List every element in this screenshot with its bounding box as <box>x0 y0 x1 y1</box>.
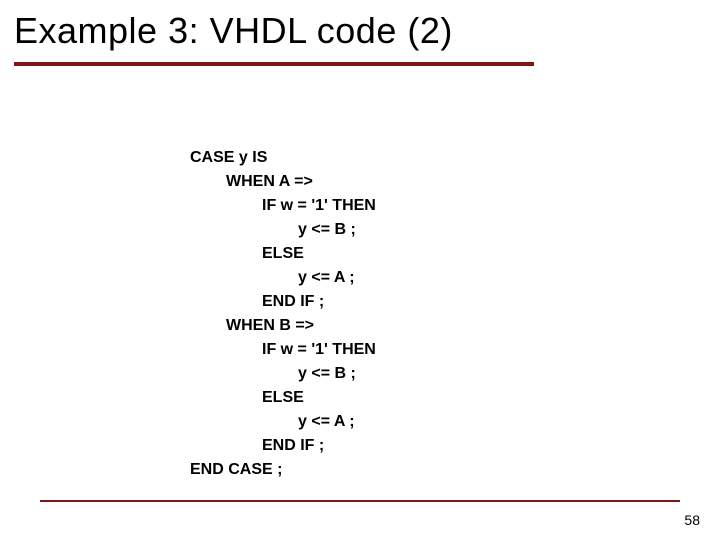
code-line: WHEN A => <box>190 173 313 190</box>
slide: Example 3: VHDL code (2) CASE y IS WHEN … <box>0 0 720 540</box>
title-underline <box>14 62 534 66</box>
slide-title: Example 3: VHDL code (2) <box>14 10 453 52</box>
code-line: IF w = '1' THEN <box>190 197 376 214</box>
footer-rule <box>40 500 680 502</box>
code-line: ELSE <box>190 389 304 406</box>
code-line: WHEN B => <box>190 317 314 334</box>
code-line: y <= B ; <box>190 365 356 382</box>
page-number: 58 <box>684 512 700 528</box>
code-line: IF w = '1' THEN <box>190 341 376 358</box>
code-line: ELSE <box>190 245 304 262</box>
code-block: CASE y IS WHEN A => IF w = '1' THEN y <=… <box>190 122 376 506</box>
code-line: y <= A ; <box>190 269 355 286</box>
code-line: y <= B ; <box>190 221 356 238</box>
code-line: y <= A ; <box>190 413 355 430</box>
code-line: END IF ; <box>190 293 324 310</box>
code-line: CASE y IS <box>190 149 267 166</box>
code-line: END IF ; <box>190 437 324 454</box>
code-line: END CASE ; <box>190 461 282 478</box>
